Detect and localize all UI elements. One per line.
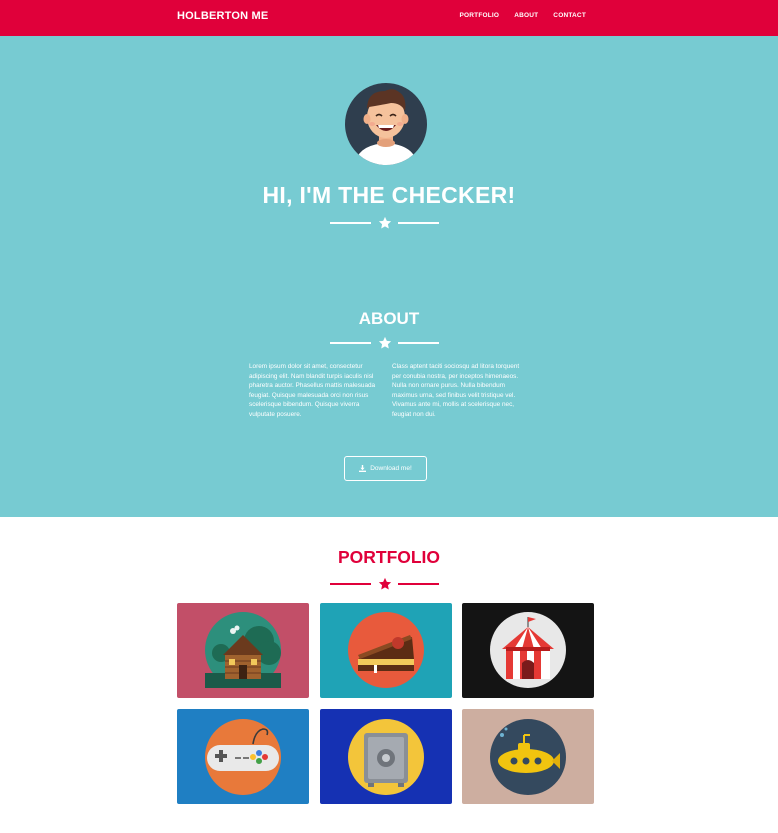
about-divider [0,336,778,350]
nav-links: PORTFOLIO ABOUT CONTACT [459,12,586,19]
circus-tent-icon [490,612,566,688]
download-button[interactable]: Download me! [344,456,427,481]
star-icon [378,216,392,229]
star-icon [378,577,392,590]
submarine-icon [490,719,566,795]
about-title: ABOUT [358,309,420,328]
about-text-right: Class aptent taciti sociosqu ad litora t… [392,363,520,418]
portfolio-item-game-controller[interactable] [177,709,309,804]
hero-section: HI, I'M THE CHECKER! ABOUT Lorem ipsum d… [0,36,778,517]
game-controller-icon [205,719,281,795]
download-icon [359,465,367,472]
avatar [345,83,427,165]
hero-title: HI, I'M THE CHECKER! [262,182,516,208]
portfolio-divider [0,577,778,591]
nav-link-portfolio[interactable]: PORTFOLIO [459,12,499,19]
about-text-left: Lorem ipsum dolor sit amet, consectetur … [249,363,376,418]
brand-logo[interactable]: HOLBERTON ME [177,10,268,22]
portfolio-item-circus[interactable] [462,603,594,698]
download-label: Download me! [370,465,412,472]
portfolio-item-cabin[interactable] [177,603,309,698]
hero-divider [0,216,778,230]
cake-icon [348,612,424,688]
cabin-icon [205,612,281,688]
navbar: HOLBERTON ME PORTFOLIO ABOUT CONTACT [0,0,778,36]
portfolio-item-safe[interactable] [320,709,452,804]
nav-link-contact[interactable]: CONTACT [553,12,586,19]
portfolio-item-submarine[interactable] [462,709,594,804]
safe-icon [348,719,424,795]
nav-link-about[interactable]: ABOUT [514,12,538,19]
star-icon [378,336,392,349]
portfolio-title: PORTFOLIO [337,547,441,567]
portfolio-item-cake[interactable] [320,603,452,698]
